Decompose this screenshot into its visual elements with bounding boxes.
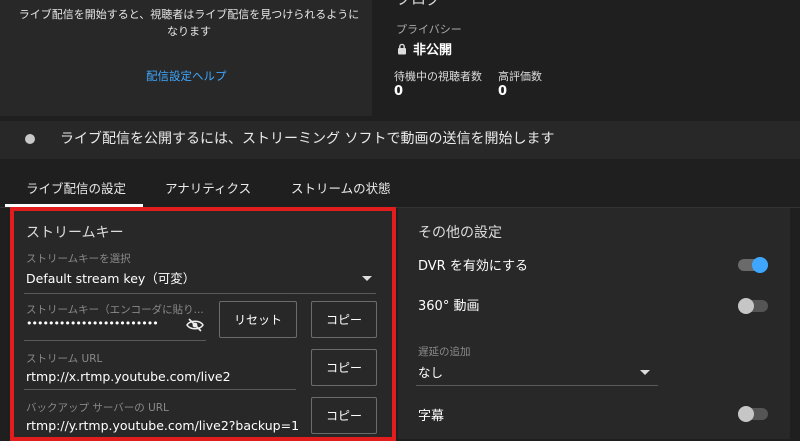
- chevron-down-icon: [640, 370, 650, 375]
- latency-select[interactable]: なし: [416, 356, 658, 386]
- status-dot-icon: [25, 134, 35, 144]
- tab-stream-health[interactable]: ストリームの状態: [291, 178, 391, 197]
- stream-status-text: ライブ配信を公開するには、ストリーミング ソフトで動画の送信を開始します: [60, 131, 555, 147]
- tab-stream-settings[interactable]: ライブ配信の設定: [26, 178, 126, 197]
- truncated-heading: ブログ: [396, 0, 441, 9]
- dvr-toggle-knob: [752, 257, 768, 273]
- other-settings-panel: [398, 208, 790, 439]
- latency-select-value: なし: [418, 365, 444, 380]
- tab-analytics[interactable]: アナリティクス: [165, 178, 251, 197]
- preview-message: ライブ配信を開始すると、視聴者はライブ配信を見つけられるようになります: [18, 8, 360, 38]
- 360-video-toggle-knob: [738, 298, 754, 314]
- likes-label: 高評価数: [498, 70, 542, 83]
- lock-icon: [398, 43, 406, 54]
- privacy-value: 非公開: [396, 39, 452, 58]
- other-settings-title: その他の設定: [418, 225, 502, 241]
- captions-toggle-knob: [738, 406, 754, 422]
- likes-value: 0: [498, 84, 508, 99]
- scrollbar[interactable]: [790, 208, 800, 439]
- 360-video-toggle[interactable]: [736, 296, 772, 316]
- dvr-label: DVR を有効にする: [418, 259, 528, 274]
- dvr-toggle[interactable]: [736, 255, 772, 275]
- 360-video-label: 360° 動画: [418, 299, 480, 314]
- latency-select-underline: [416, 385, 658, 386]
- captions-toggle[interactable]: [736, 404, 772, 424]
- highlight-frame: [10, 207, 396, 441]
- captions-label: 字幕: [418, 409, 445, 424]
- privacy-value-text: 非公開: [413, 43, 453, 58]
- privacy-label: プライバシー: [396, 23, 462, 36]
- waiting-viewers-value: 0: [394, 84, 404, 99]
- stream-settings-help-link[interactable]: 配信設定ヘルプ: [146, 68, 227, 84]
- waiting-viewers-label: 待機中の視聴者数: [394, 70, 482, 83]
